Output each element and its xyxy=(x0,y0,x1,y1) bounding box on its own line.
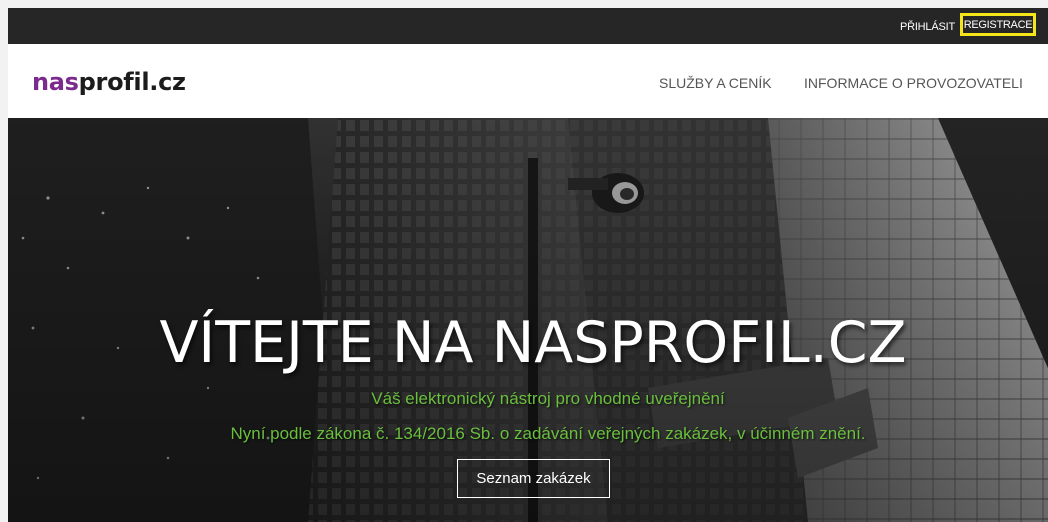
top-bar: PŘIHLÁSIT REGISTRACE xyxy=(8,8,1048,44)
nav-item-services-pricing[interactable]: SLUŽBY A CENÍK xyxy=(659,44,772,118)
hero-subtitle-1: Váš elektronický nástroj pro vhodné uveř… xyxy=(371,389,725,408)
hero-title: VÍTEJTE NA NASPROFIL.CZ xyxy=(159,310,907,376)
browser-viewport: PŘIHLÁSIT REGISTRACE nasprofil.cz SLUŽBY… xyxy=(8,8,1048,522)
hero-subtitle-2: Nyní podle zákona č. 134/2016 Sb. o zadá… xyxy=(230,424,866,443)
logo-text-profil: profil.cz xyxy=(78,68,186,96)
tender-list-button[interactable]: Seznam zakázek xyxy=(457,459,610,498)
main-navbar: nasprofil.cz SLUŽBY A CENÍK INFORMACE O … xyxy=(8,44,1048,118)
register-link[interactable]: REGISTRACE xyxy=(960,13,1036,36)
hero-banner: VÍTEJTE NA NASPROFIL.CZ Váš elektronický… xyxy=(8,118,1048,522)
site-logo[interactable]: nasprofil.cz xyxy=(32,68,186,96)
nav-item-operator-info[interactable]: INFORMACE O PROVOZOVATELI xyxy=(804,44,1023,118)
logo-text-nas: nas xyxy=(32,68,79,96)
login-link[interactable]: PŘIHLÁSIT xyxy=(900,8,955,44)
